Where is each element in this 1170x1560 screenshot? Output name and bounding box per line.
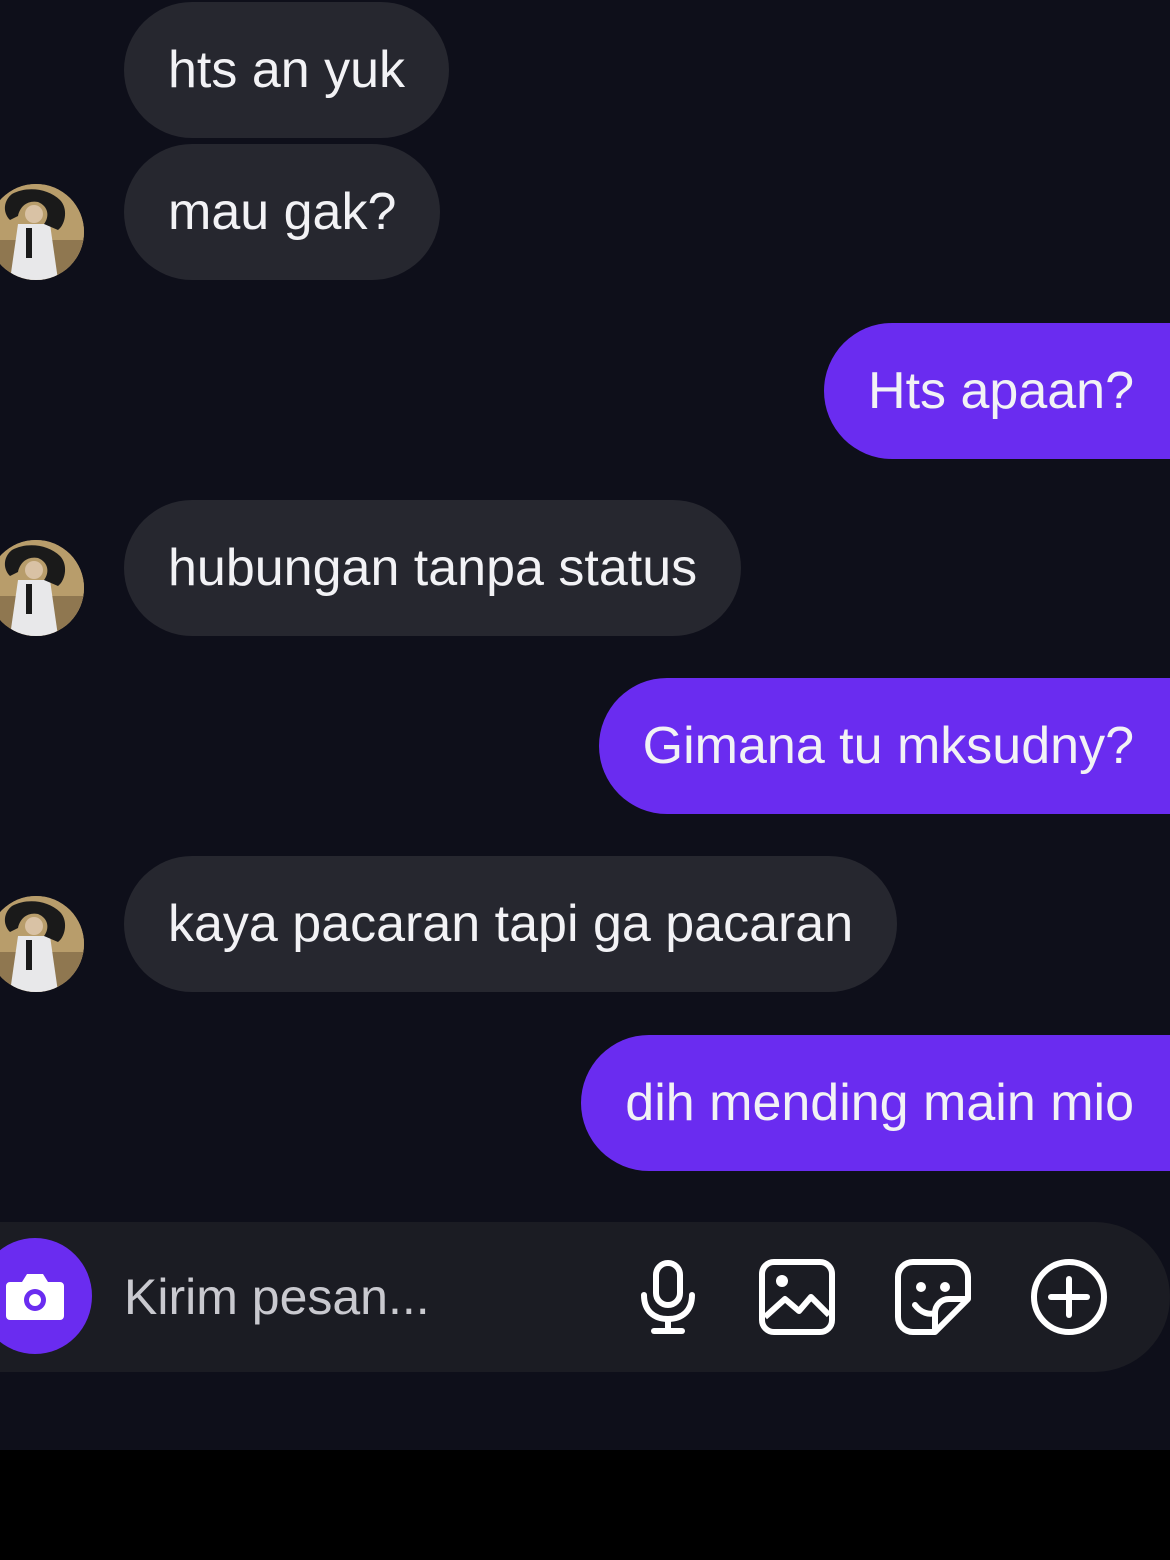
plus-circle-icon bbox=[1029, 1257, 1109, 1337]
message-bubble-outgoing[interactable]: Gimana tu mksudny? bbox=[598, 678, 1170, 814]
avatar[interactable] bbox=[0, 184, 84, 280]
more-options-button[interactable] bbox=[1029, 1257, 1109, 1337]
message-text: Gimana tu mksudny? bbox=[642, 717, 1134, 775]
message-bubble-incoming[interactable]: kaya pacaran tapi ga pacaran bbox=[124, 856, 898, 992]
message-text: mau gak? bbox=[168, 183, 397, 241]
message-text: dih mending main mio bbox=[625, 1074, 1134, 1132]
microphone-button[interactable] bbox=[628, 1257, 708, 1337]
image-icon bbox=[757, 1257, 837, 1337]
avatar[interactable] bbox=[0, 896, 84, 992]
message-text: hubungan tanpa status bbox=[168, 539, 698, 597]
message-text: kaya pacaran tapi ga pacaran bbox=[168, 895, 854, 953]
sticker-button[interactable] bbox=[893, 1257, 973, 1337]
sticker-icon bbox=[893, 1257, 973, 1337]
message-text: Hts apaan? bbox=[868, 362, 1134, 420]
message-composer bbox=[0, 1222, 1170, 1372]
camera-button[interactable] bbox=[0, 1238, 92, 1354]
message-bubble-incoming[interactable]: hts an yuk bbox=[124, 2, 450, 138]
message-bubble-incoming[interactable]: hubungan tanpa status bbox=[124, 500, 742, 636]
gallery-button[interactable] bbox=[757, 1257, 837, 1337]
message-text: hts an yuk bbox=[168, 41, 406, 99]
camera-icon bbox=[4, 1268, 66, 1329]
microphone-icon bbox=[628, 1257, 708, 1337]
avatar[interactable] bbox=[0, 540, 84, 636]
message-bubble-outgoing[interactable]: Hts apaan? bbox=[824, 323, 1170, 459]
message-input[interactable] bbox=[124, 1264, 594, 1330]
message-bubble-outgoing[interactable]: dih mending main mio bbox=[581, 1035, 1170, 1171]
message-bubble-incoming[interactable]: mau gak? bbox=[124, 144, 441, 280]
chat-screen: hts an yuk mau gak? Hts apaan? hubungan … bbox=[0, 0, 1170, 1450]
letterbox-bar bbox=[0, 1450, 1170, 1560]
